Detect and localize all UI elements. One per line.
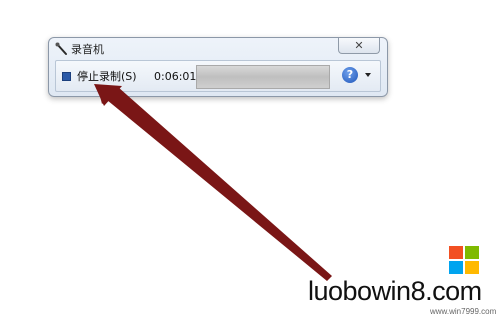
watermark-text: luobowin8.com xyxy=(308,276,482,306)
annotation-arrow xyxy=(94,84,332,281)
watermark-small-text: www.win7999.com xyxy=(430,307,497,316)
windows-logo-icon xyxy=(449,246,479,274)
